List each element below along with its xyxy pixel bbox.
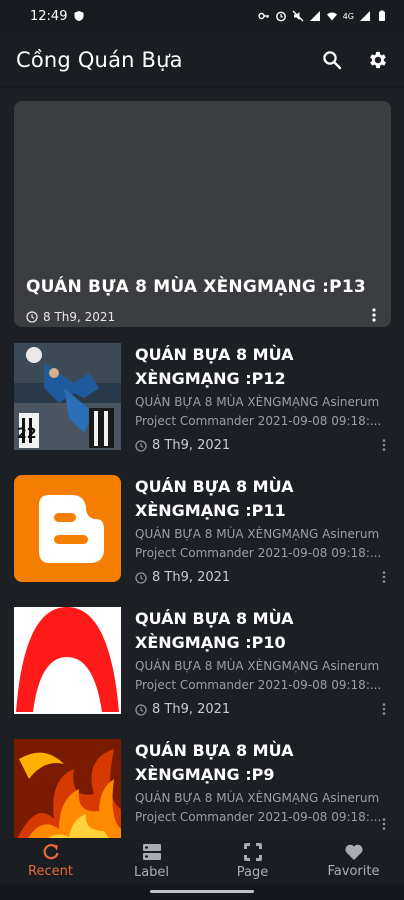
post-snippet: QUÁN BỰA 8 MÙA XÈNGMẠNG Asinerum Project… <box>135 657 391 695</box>
post-snippet-line: QUÁN BỰA 8 MÙA XÈNGMẠNG Asinerum <box>135 659 380 673</box>
clock-icon <box>135 439 147 452</box>
post-title-line: XÈNGMẠNG :P10 <box>135 633 286 652</box>
post-snippet-line: Project Commander 2021-09-08 09:18:... <box>135 810 382 824</box>
gesture-navigation-bar <box>0 884 404 900</box>
post-title[interactable]: QUÁN BỰA 8 MÙA XÈNGMẠNG :P11 <box>135 475 385 523</box>
battery-icon <box>379 10 385 21</box>
post-more-button[interactable] <box>381 569 387 588</box>
bottom-navigation: Recent Label Page Favorite <box>0 838 404 884</box>
post-date: 8 Th9, 2021 <box>135 438 230 453</box>
post-title-line: QUÁN BỰA 8 MÙA <box>135 609 294 628</box>
soccer-photo-image: 22 <box>14 343 121 450</box>
post-feed: QUÁN BỰA 8 MÙA XÈNGMẠNG :P13 8 Th9, 2021… <box>0 88 404 838</box>
featured-post-date-text: 8 Th9, 2021 <box>43 310 116 324</box>
list-item[interactable]: 22 QUÁN BỰA 8 MÙA XÈNGMẠNG :P12 QUÁN BỰA… <box>14 343 391 461</box>
post-title-line: QUÁN BỰA 8 MÙA <box>135 477 294 496</box>
post-title-line: XÈNGMẠNG :P9 <box>135 765 275 784</box>
post-more-button[interactable] <box>381 701 387 720</box>
alarm-icon <box>275 11 286 22</box>
featured-post-card[interactable]: QUÁN BỰA 8 MÙA XÈNGMẠNG :P13 8 Th9, 2021 <box>14 101 391 327</box>
featured-more-button[interactable] <box>371 307 377 327</box>
post-title-line: XÈNGMẠNG :P11 <box>135 501 286 520</box>
heart-icon <box>344 844 363 860</box>
list-item[interactable]: QUÁN BỰA 8 MÙA XÈNGMẠNG :P11 QUÁN BỰA 8 … <box>14 475 391 593</box>
post-thumbnail-flame[interactable] <box>14 739 121 838</box>
post-snippet-line: Project Commander 2021-09-08 09:18:... <box>135 414 382 428</box>
post-date-text: 8 Th9, 2021 <box>152 570 231 585</box>
wifi-icon <box>326 12 337 21</box>
post-title[interactable]: QUÁN BỰA 8 MÙA XÈNGMẠNG :P9 <box>135 739 385 787</box>
label-list-icon <box>142 844 161 860</box>
post-snippet: QUÁN BỰA 8 MÙA XÈNGMẠNG Asinerum Project… <box>135 789 391 827</box>
post-snippet: QUÁN BỰA 8 MÙA XÈNGMẠNG Asinerum Project… <box>135 525 391 563</box>
flame-image <box>14 739 121 838</box>
post-title[interactable]: QUÁN BỰA 8 MÙA XÈNGMẠNG :P12 <box>135 343 385 391</box>
app-bar: Cồng Quán Bựa <box>0 32 404 88</box>
more-vertical-icon <box>372 308 376 322</box>
post-title-line: XÈNGMẠNG :P12 <box>135 369 286 388</box>
post-snippet-line: QUÁN BỰA 8 MÙA XÈNGMẠNG Asinerum <box>135 791 380 805</box>
nav-favorite[interactable]: Favorite <box>309 843 399 879</box>
post-thumbnail-arch[interactable] <box>14 607 121 714</box>
status-bar: 12:49 4G <box>0 0 404 32</box>
blogger-logo-icon <box>14 475 121 582</box>
home-gesture-handle[interactable] <box>150 890 254 893</box>
post-date-text: 8 Th9, 2021 <box>152 702 231 717</box>
post-snippet-line: QUÁN BỰA 8 MÙA XÈNGMẠNG Asinerum <box>135 527 380 541</box>
post-snippet-line: Project Commander 2021-09-08 09:18:... <box>135 546 382 560</box>
nav-recent[interactable]: Recent <box>6 843 96 879</box>
clock-icon <box>135 703 147 716</box>
post-title[interactable]: QUÁN BỰA 8 MÙA XÈNGMẠNG :P10 <box>135 607 385 655</box>
nav-label[interactable]: Label <box>107 842 197 880</box>
clock-icon <box>26 311 38 323</box>
search-icon <box>323 50 342 69</box>
featured-post-title[interactable]: QUÁN BỰA 8 MÙA XÈNGMẠNG :P13 <box>26 277 366 297</box>
search-button[interactable] <box>320 48 344 72</box>
shield-icon <box>74 11 84 21</box>
red-arch-image <box>14 607 121 714</box>
post-snippet-line: QUÁN BỰA 8 MÙA XÈNGMẠNG Asinerum <box>135 395 380 409</box>
refresh-icon <box>43 844 59 860</box>
settings-button[interactable] <box>366 48 390 72</box>
nav-recent-label: Recent <box>28 864 73 879</box>
key-icon <box>258 12 269 20</box>
post-date-text: 8 Th9, 2021 <box>152 438 231 453</box>
post-snippet: QUÁN BỰA 8 MÙA XÈNGMẠNG Asinerum Project… <box>135 393 391 431</box>
post-thumbnail-blogger[interactable] <box>14 475 121 582</box>
nav-page-label: Page <box>236 865 269 880</box>
mute-icon <box>292 10 304 22</box>
list-item[interactable]: QUÁN BỰA 8 MÙA XÈNGMẠNG :P9 QUÁN BỰA 8 M… <box>14 739 391 838</box>
more-vertical-icon <box>382 818 386 830</box>
gear-icon <box>370 51 386 68</box>
post-more-button[interactable] <box>381 816 387 835</box>
post-title-line: QUÁN BỰA 8 MÙA <box>135 345 294 364</box>
nav-favorite-label: Favorite <box>327 864 380 879</box>
signal-icon-2 <box>360 11 370 21</box>
svg-text:22: 22 <box>17 426 36 442</box>
more-vertical-icon <box>382 571 386 583</box>
featured-post-date: 8 Th9, 2021 <box>26 310 115 324</box>
more-vertical-icon <box>382 439 386 451</box>
more-vertical-icon <box>382 703 386 715</box>
post-snippet-line: Project Commander 2021-09-08 09:18:... <box>135 678 382 692</box>
post-title-line: QUÁN BỰA 8 MÙA <box>135 741 294 760</box>
post-more-button[interactable] <box>381 437 387 456</box>
app-title: Cồng Quán Bựa <box>16 47 183 72</box>
signal-icon-1 <box>309 11 320 21</box>
post-date: 8 Th9, 2021 <box>135 570 230 585</box>
network-type: 4G <box>342 11 354 21</box>
list-item[interactable]: QUÁN BỰA 8 MÙA XÈNGMẠNG :P10 QUÁN BỰA 8 … <box>14 607 391 725</box>
status-time: 12:49 <box>30 8 68 24</box>
nav-page[interactable]: Page <box>208 842 298 880</box>
nav-label-label: Label <box>133 865 170 880</box>
page-icon <box>243 843 262 861</box>
clock-icon <box>135 571 147 584</box>
post-thumbnail-soccer[interactable]: 22 <box>14 343 121 450</box>
post-date: 8 Th9, 2021 <box>135 702 230 717</box>
